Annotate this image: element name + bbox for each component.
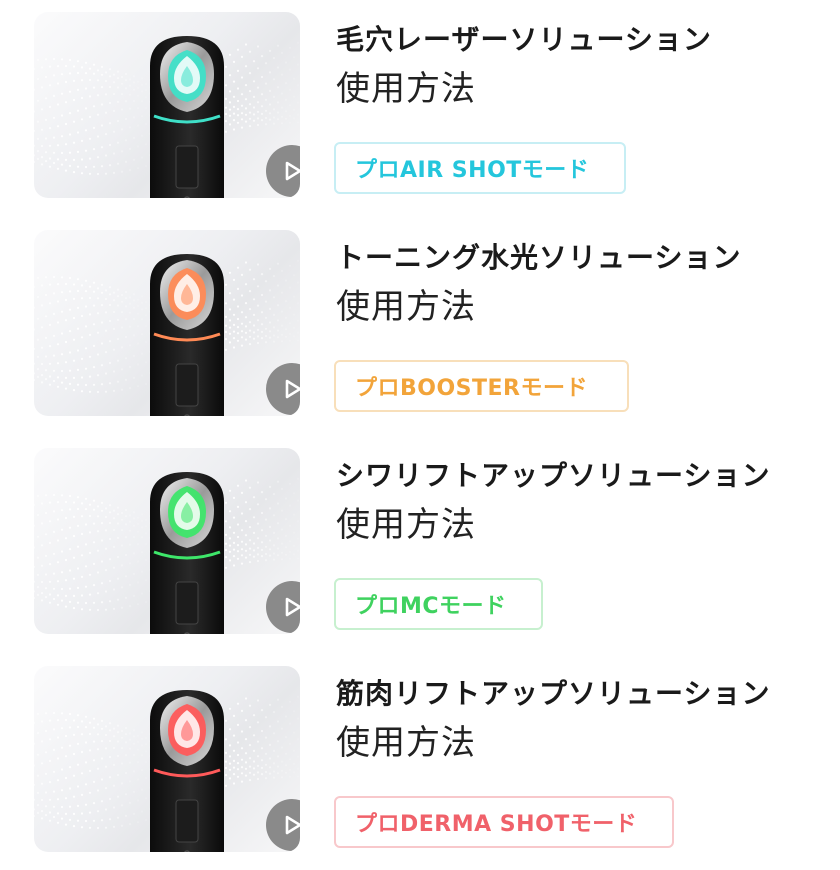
- video-thumbnail[interactable]: [34, 448, 300, 634]
- device-image: [150, 36, 224, 198]
- mode-button[interactable]: プロMCモード: [334, 578, 543, 630]
- device-image: [150, 472, 224, 634]
- solution-title: 毛穴レーザーソリューション: [336, 23, 712, 56]
- solution-item-wrinkle-lift: シワリフトアップソリューション 使用方法 プロMCモード: [0, 448, 840, 634]
- solution-subtitle[interactable]: 使用方法: [336, 284, 476, 330]
- solution-title: 筋肉リフトアップソリューション: [336, 677, 771, 710]
- solution-subtitle[interactable]: 使用方法: [336, 66, 476, 112]
- solution-item-muscle-lift: 筋肉リフトアップソリューション 使用方法 プロDERMA SHOTモード: [0, 666, 840, 852]
- solution-list: 毛穴レーザーソリューション 使用方法 プロAIR SHOTモード トーニング水光…: [0, 0, 840, 870]
- video-thumbnail[interactable]: [34, 12, 300, 198]
- play-icon: [285, 815, 300, 835]
- mode-button[interactable]: プロAIR SHOTモード: [334, 142, 626, 194]
- solution-item-pore-laser: 毛穴レーザーソリューション 使用方法 プロAIR SHOTモード: [0, 12, 840, 198]
- mode-button[interactable]: プロDERMA SHOTモード: [334, 796, 674, 848]
- solution-subtitle[interactable]: 使用方法: [336, 502, 476, 548]
- solution-title: シワリフトアップソリューション: [336, 459, 771, 492]
- play-icon: [285, 379, 300, 399]
- mode-button[interactable]: プロBOOSTERモード: [334, 360, 629, 412]
- play-icon: [285, 161, 300, 181]
- play-icon: [285, 597, 300, 617]
- device-image: [150, 690, 224, 852]
- solution-title: トーニング水光ソリューション: [336, 241, 742, 274]
- video-thumbnail[interactable]: [34, 666, 300, 852]
- solution-subtitle[interactable]: 使用方法: [336, 720, 476, 766]
- device-image: [150, 254, 224, 416]
- solution-item-toning: トーニング水光ソリューション 使用方法 プロBOOSTERモード: [0, 230, 840, 416]
- video-thumbnail[interactable]: [34, 230, 300, 416]
